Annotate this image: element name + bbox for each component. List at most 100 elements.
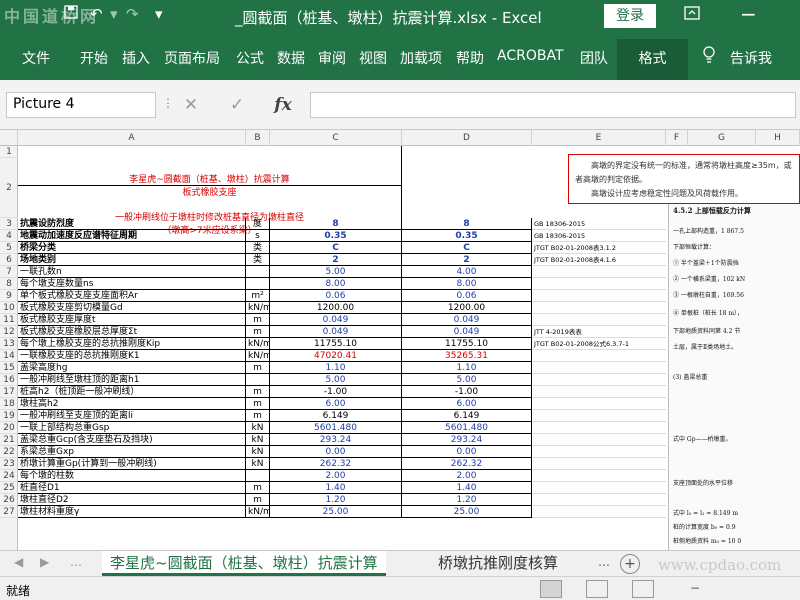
cell-D[interactable]: 1.40 [402,482,532,494]
cell-D[interactable]: 2 [402,254,532,266]
cell-A[interactable]: 单个板式橡胶支座支座面积Ar [18,290,246,302]
cell-E[interactable]: JTGT B02-01-2008表3.1.2 [532,242,666,254]
cell-A[interactable]: 桩直径D1 [18,482,246,494]
cell-D[interactable]: 0.06 [402,290,532,302]
zoom-out-button[interactable]: − [690,581,700,595]
tab-view[interactable]: 视图 [359,48,387,68]
cell-D[interactable]: 0.049 [402,314,532,326]
cell-E[interactable] [532,398,666,410]
cell-B[interactable]: m [246,398,270,410]
cell-E[interactable]: JTGT B02-01-2008表4.1.6 [532,254,666,266]
cell-C[interactable]: 2.00 [270,470,402,482]
cell-C[interactable]: 0.06 [270,290,402,302]
insert-function-icon[interactable]: fx [270,92,296,118]
cell-B[interactable]: m² [246,290,270,302]
cell-C[interactable]: 8 [270,218,402,230]
cell-C[interactable]: 1.40 [270,482,402,494]
cell-A[interactable]: 每个墩支座数量ns [18,278,246,290]
column-header-g[interactable]: G [688,130,756,146]
row-header[interactable]: 3 [0,218,18,230]
cell-C[interactable]: C [270,242,402,254]
row-header[interactable]: 1 [0,146,18,158]
cell-E[interactable] [532,350,666,362]
row-header[interactable]: 27 [0,506,18,518]
tab-formulas[interactable]: 公式 [236,48,264,68]
cell-B[interactable] [246,374,270,386]
row-header[interactable]: 19 [0,410,18,422]
cell-E[interactable]: GB 18306-2015 [532,230,666,242]
cell-D[interactable]: 0.049 [402,326,532,338]
cell-E[interactable] [532,482,666,494]
cell-B[interactable]: kN [246,434,270,446]
cell-C[interactable]: 1200.00 [270,302,402,314]
cell-E[interactable] [532,494,666,506]
cell-D[interactable]: 8.00 [402,278,532,290]
reference-document-picture[interactable]: 4.5.2 上部恒载反力计算 一孔上部构造重，1 867.5 下部恒载计算： ① 半个… [668,204,800,550]
cell-E[interactable]: JTGT B02-01-2008公式6.3.7-1 [532,338,666,350]
cell-A[interactable]: 每个墩的柱数 [18,470,246,482]
cell-A[interactable]: 墩柱高h2 [18,398,246,410]
cell-A[interactable]: 一联孔数n [18,266,246,278]
cell-B[interactable]: m [246,326,270,338]
row-header[interactable]: 21 [0,434,18,446]
more-sheets-icon[interactable]: … [70,555,82,569]
cell-C[interactable]: 5.00 [270,266,402,278]
cell-E[interactable] [532,446,666,458]
cell-C[interactable]: 5601.480 [270,422,402,434]
cell-D[interactable]: 5.00 [402,374,532,386]
cell-C[interactable]: 0.049 [270,326,402,338]
row-header[interactable]: 17 [0,386,18,398]
tab-insert[interactable]: 插入 [122,48,150,68]
cell-E[interactable] [532,410,666,422]
add-sheet-button[interactable]: + [620,554,640,574]
sheet-tab-stiffness-check[interactable]: 桥墩抗推刚度核算 [430,551,566,576]
cell-E[interactable] [532,290,666,302]
undo-icon[interactable]: ↶ [90,5,103,23]
row-header[interactable]: 24 [0,470,18,482]
cell-C[interactable]: 293.24 [270,434,402,446]
column-header-d[interactable]: D [402,130,532,146]
cell-A[interactable]: 系梁总重Gxp [18,446,246,458]
cell-C[interactable]: 2 [270,254,402,266]
cell-A[interactable]: 墩柱材料重度γ [18,506,246,518]
cell-C[interactable]: 6.00 [270,398,402,410]
cell-D[interactable]: 8 [402,218,532,230]
undo-dropdown-icon[interactable]: ▾ [110,5,118,23]
customize-toolbar-icon[interactable]: ▾ [155,5,163,23]
cell-A[interactable]: 一般冲刷线至墩柱顶的距离h1 [18,374,246,386]
tab-file[interactable]: 文件 [22,48,50,68]
cell-E[interactable] [532,362,666,374]
cell-C[interactable]: 1.20 [270,494,402,506]
cell-A[interactable]: 墩柱直径D2 [18,494,246,506]
cell-B[interactable]: 类 [246,254,270,266]
design-note-box[interactable]: 高墩的界定没有统一的标准，通常将墩柱高度≥35m，或者高墩的判定依据。 高墩设计… [568,154,800,204]
row-header[interactable]: 9 [0,290,18,302]
cell-E[interactable] [532,302,666,314]
row-header[interactable]: 22 [0,446,18,458]
formula-input[interactable] [310,92,796,118]
tab-home[interactable]: 开始 [80,48,108,68]
page-layout-view-icon[interactable] [586,580,608,598]
row-header[interactable]: 11 [0,314,18,326]
prev-sheet-icon[interactable]: ◀ [14,555,23,569]
cell-B[interactable]: m [246,314,270,326]
cell-D[interactable]: 0.00 [402,446,532,458]
row-header[interactable]: 10 [0,302,18,314]
cell-E[interactable] [532,434,666,446]
cell-D[interactable]: 6.149 [402,410,532,422]
normal-view-icon[interactable] [540,580,562,598]
tab-review[interactable]: 审阅 [318,48,346,68]
cell-D[interactable]: 1.10 [402,362,532,374]
cell-D[interactable]: 35265.31 [402,350,532,362]
cancel-icon[interactable]: ✕ [178,92,204,118]
cell-B[interactable]: m [246,386,270,398]
row-header[interactable]: 7 [0,266,18,278]
column-header-c[interactable]: C [270,130,402,146]
cell-C[interactable]: 8.00 [270,278,402,290]
row-header[interactable]: 18 [0,398,18,410]
cell-E[interactable] [532,374,666,386]
cell-E[interactable] [532,314,666,326]
cell-D[interactable]: C [402,242,532,254]
row-header[interactable]: 26 [0,494,18,506]
cell-A[interactable]: 一般冲刷线至支座顶的距离li [18,410,246,422]
